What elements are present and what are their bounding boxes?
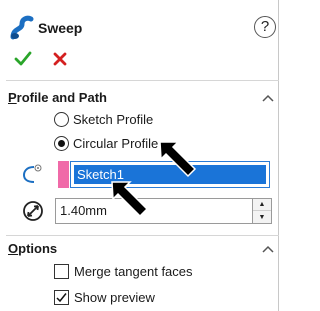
- sketch-profile-option[interactable]: Sketch Profile: [54, 109, 153, 129]
- circular-profile-option[interactable]: Circular Profile: [54, 133, 158, 153]
- circular-profile-label: Circular Profile: [73, 135, 159, 151]
- collapse-chevron-icon[interactable]: [262, 244, 274, 254]
- profile-and-path-header[interactable]: Profile and Path: [8, 90, 107, 105]
- section-title-mnemonic: P: [8, 90, 17, 105]
- sketch-profile-radio[interactable]: [54, 111, 69, 127]
- checkmark-icon: [56, 292, 67, 302]
- show-preview-label: Show preview: [74, 289, 155, 305]
- show-preview-option[interactable]: Show preview: [54, 287, 155, 307]
- merge-tangent-faces-checkbox[interactable]: [54, 263, 69, 279]
- section-divider: [6, 80, 279, 81]
- cancel-x-button[interactable]: [52, 51, 68, 67]
- sketch-profile-label: Sketch Profile: [73, 111, 154, 127]
- annotation-arrow-icon: [111, 181, 149, 218]
- spin-down-icon[interactable]: ▼: [253, 211, 271, 223]
- circular-profile-radio[interactable]: [54, 135, 69, 151]
- merge-tangent-faces-option[interactable]: Merge tangent faces: [54, 261, 193, 281]
- diameter-input[interactable]: 1.40mm: [55, 198, 253, 224]
- ok-check-button[interactable]: [14, 50, 32, 68]
- show-preview-checkbox[interactable]: [54, 289, 69, 305]
- panel-header: Sweep ?: [0, 0, 279, 80]
- help-button[interactable]: ?: [254, 16, 276, 38]
- section-title-text: ptions: [18, 241, 58, 256]
- path-color-swatch: [58, 161, 69, 188]
- collapse-chevron-icon[interactable]: [262, 93, 274, 103]
- options-header[interactable]: Options: [8, 241, 57, 256]
- annotation-arrow-icon: [159, 141, 197, 178]
- section-title-text: rofile and Path: [16, 90, 107, 105]
- sweep-feature-icon: [10, 15, 34, 40]
- section-title-mnemonic: O: [8, 241, 19, 256]
- diameter-icon: [23, 201, 43, 221]
- diameter-spinner[interactable]: ▲ ▼: [253, 198, 272, 224]
- spin-up-icon[interactable]: ▲: [253, 199, 271, 211]
- section-divider: [6, 235, 279, 236]
- path-selection-icon: [22, 164, 42, 183]
- merge-tangent-faces-label: Merge tangent faces: [74, 263, 193, 279]
- sweep-property-manager: Sweep ? Profile and Path Sketch Profile …: [0, 0, 279, 311]
- panel-title: Sweep: [38, 20, 83, 36]
